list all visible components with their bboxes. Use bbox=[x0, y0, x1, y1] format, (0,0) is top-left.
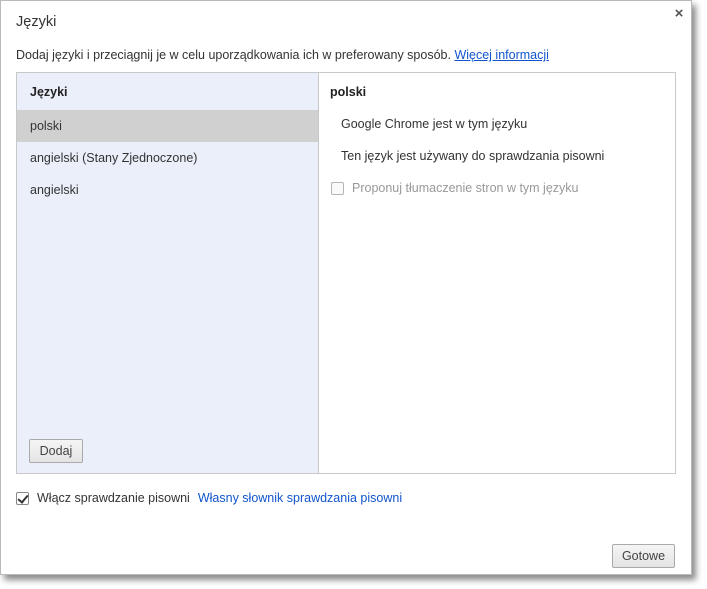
selected-language-title: polski bbox=[330, 85, 367, 99]
languages-list: Języki polski angielski (Stany Zjednoczo… bbox=[17, 73, 319, 473]
done-button[interactable]: Gotowe bbox=[612, 544, 675, 568]
language-item-english-us[interactable]: angielski (Stany Zjednoczone) bbox=[17, 142, 318, 174]
language-item-english[interactable]: angielski bbox=[17, 174, 318, 206]
ui-language-info: Google Chrome jest w tym języku bbox=[341, 117, 528, 131]
close-icon[interactable]: × bbox=[671, 6, 687, 22]
add-language-button[interactable]: Dodaj bbox=[29, 439, 83, 463]
spellcheck-row: Włącz sprawdzanie pisowni Własny słownik… bbox=[16, 491, 402, 505]
dialog-description: Dodaj języki i przeciągnij je w celu upo… bbox=[16, 48, 549, 62]
spellcheck-label[interactable]: Włącz sprawdzanie pisowni bbox=[37, 491, 190, 505]
languages-panel: Języki polski angielski (Stany Zjednoczo… bbox=[16, 72, 676, 474]
translate-checkbox[interactable] bbox=[331, 181, 344, 195]
more-info-link[interactable]: Więcej informacji bbox=[454, 48, 548, 62]
description-text: Dodaj języki i przeciągnij je w celu upo… bbox=[16, 48, 451, 62]
language-details: polski Google Chrome jest w tym języku T… bbox=[319, 73, 675, 473]
languages-list-header: Języki bbox=[30, 85, 68, 99]
translate-option[interactable]: Proponuj tłumaczenie stron w tym języku bbox=[331, 181, 578, 195]
languages-dialog: Języki × Dodaj języki i przeciągnij je w… bbox=[0, 0, 692, 575]
dialog-title: Języki bbox=[16, 14, 57, 30]
spellcheck-checkbox[interactable] bbox=[16, 491, 29, 505]
custom-dictionary-link[interactable]: Własny słownik sprawdzania pisowni bbox=[198, 491, 402, 505]
language-item-polski[interactable]: polski bbox=[17, 110, 318, 142]
translate-checkbox-label: Proponuj tłumaczenie stron w tym języku bbox=[352, 181, 579, 195]
spellcheck-language-info: Ten język jest używany do sprawdzania pi… bbox=[341, 149, 605, 163]
